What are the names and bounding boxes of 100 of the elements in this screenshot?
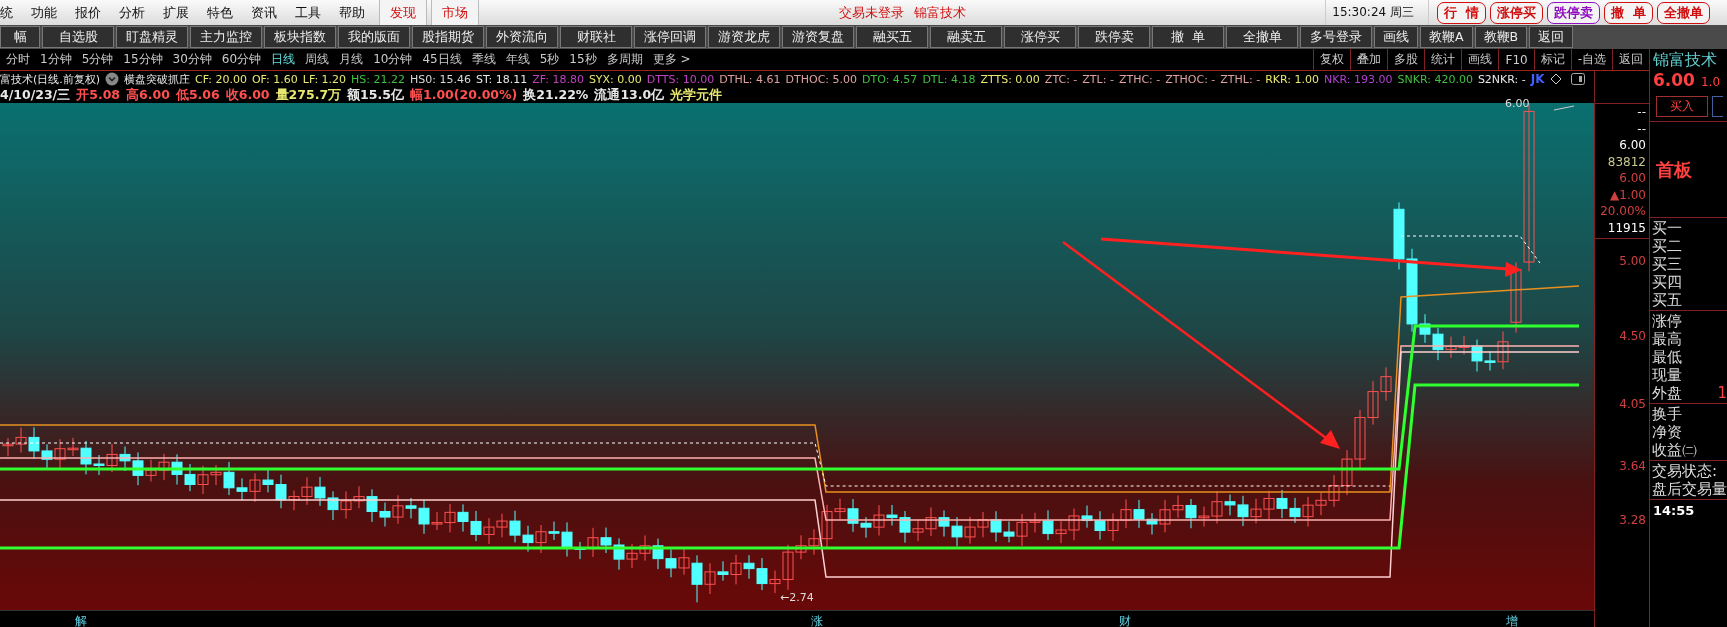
- period-tab[interactable]: 10分钟: [373, 51, 413, 68]
- panel-toggle-icon[interactable]: [1570, 73, 1585, 85]
- indicator-value: HS: 21.22: [351, 72, 406, 86]
- menu-tab[interactable]: 市场: [431, 0, 479, 25]
- toolbar-button[interactable]: 教鞭A: [1420, 26, 1473, 48]
- period-tab[interactable]: 年线: [505, 51, 530, 68]
- chart-tool-button[interactable]: 统计: [1424, 49, 1462, 70]
- toolbar-button[interactable]: 我的版面: [338, 26, 410, 48]
- indicator-value: RKR: 1.00: [1265, 72, 1319, 86]
- chart-tool-button[interactable]: 画线: [1461, 49, 1499, 70]
- leader-line: [1553, 105, 1575, 111]
- event-mark[interactable]: 涨: [811, 613, 823, 627]
- chart-annotation: 6.00: [1505, 97, 1530, 110]
- trade-button[interactable]: 撤 单: [1604, 1, 1654, 24]
- price-tick: 3.28: [1619, 513, 1646, 527]
- chart-tool-button[interactable]: 返回: [1612, 49, 1649, 70]
- period-tab[interactable]: 更多 >: [652, 51, 691, 68]
- toolbar-button[interactable]: 财联社: [560, 26, 632, 48]
- toolbar-button[interactable]: 游资龙虎: [708, 26, 780, 48]
- menu-item[interactable]: 统: [0, 3, 23, 22]
- toolbar-button[interactable]: 外资流向: [486, 26, 558, 48]
- toolbar-button[interactable]: 全撤单: [1226, 26, 1298, 48]
- toolbar-button[interactable]: 融卖五: [930, 26, 1002, 48]
- menu-item[interactable]: 扩展: [155, 3, 199, 22]
- menu-tab[interactable]: 发现: [379, 0, 427, 25]
- toolbar-button[interactable]: 跌停卖: [1078, 26, 1150, 48]
- toolbar-button[interactable]: 主力监控: [190, 26, 262, 48]
- toolbar-button[interactable]: 融买五: [856, 26, 928, 48]
- chart-tool-button[interactable]: 标记: [1533, 49, 1571, 70]
- quote-label: 外盘: [1652, 384, 1682, 402]
- chart-tool-button[interactable]: -自选: [1570, 49, 1612, 70]
- quote-value: 4/10/23/三: [0, 86, 71, 104]
- toolbar-button[interactable]: 撤 单: [1152, 26, 1224, 48]
- candle: [613, 537, 625, 571]
- indicator-value: HS0: 15.46: [410, 72, 471, 86]
- chart-tool-button[interactable]: 复权: [1313, 49, 1351, 70]
- event-mark[interactable]: 解: [75, 613, 87, 627]
- trade-button[interactable]: 涨停买: [1490, 1, 1544, 24]
- period-tab[interactable]: 分时: [6, 51, 30, 68]
- chart-tool-button[interactable]: 多股: [1387, 49, 1425, 70]
- period-tab[interactable]: 日线: [271, 51, 296, 68]
- button-edge[interactable]: [1712, 96, 1723, 117]
- period-tab[interactable]: 1分钟: [40, 51, 72, 68]
- stat-value: 11915: [1607, 219, 1646, 236]
- trade-button[interactable]: 行 情: [1437, 1, 1487, 24]
- indicator-value: ZTTS: 0.00: [980, 72, 1040, 86]
- period-tab[interactable]: 季线: [471, 51, 496, 68]
- dropdown-icon[interactable]: [105, 72, 120, 86]
- quote-label: 买一: [1652, 219, 1682, 237]
- period-tab[interactable]: 15秒: [569, 51, 597, 68]
- toolbar-button[interactable]: 游资复盘: [782, 26, 854, 48]
- quote-value: 量275.7万: [275, 86, 342, 104]
- toolbar-button[interactable]: 教鞭B: [1474, 26, 1528, 48]
- period-tab[interactable]: 5分钟: [81, 51, 114, 68]
- toolbar-button[interactable]: 返回: [1529, 26, 1574, 48]
- menu-item[interactable]: 资讯: [243, 3, 287, 22]
- period-tab[interactable]: 周线: [305, 51, 330, 68]
- chart-tool-button[interactable]: F10: [1498, 49, 1534, 70]
- period-tab[interactable]: 5秒: [539, 51, 560, 68]
- toolbar-button[interactable]: 多号登录: [1300, 26, 1372, 48]
- quote-value: 收6.00: [225, 86, 270, 104]
- last-price: 6.00: [1653, 70, 1695, 90]
- menu-item[interactable]: 报价: [67, 3, 111, 22]
- quote-label: 买四: [1652, 273, 1682, 291]
- stock-name: 锦富技术: [913, 3, 966, 22]
- candle: [314, 476, 326, 507]
- period-tab[interactable]: 月线: [339, 51, 364, 68]
- toolbar-button[interactable]: 涨停回调: [634, 26, 706, 48]
- candle: [1120, 498, 1132, 529]
- candle: [1081, 505, 1093, 529]
- candle: [1276, 489, 1288, 519]
- trade-button[interactable]: 全撤单: [1657, 1, 1711, 24]
- toolbar-button[interactable]: 自选股: [42, 26, 114, 48]
- menu-item[interactable]: 工具: [287, 3, 331, 22]
- candle: [327, 490, 339, 521]
- chart-tool-button[interactable]: 叠加: [1350, 49, 1388, 70]
- menu-item[interactable]: 特色: [199, 3, 243, 22]
- toolbar-button[interactable]: 股指期货: [412, 26, 484, 48]
- period-tab[interactable]: 60分钟: [221, 51, 262, 68]
- toolbar-button[interactable]: 画线: [1374, 26, 1418, 48]
- event-mark[interactable]: 财: [1119, 613, 1131, 627]
- menu-item[interactable]: 功能: [23, 3, 67, 22]
- period-tab[interactable]: 15分钟: [123, 51, 163, 68]
- menu-item[interactable]: 帮助: [331, 3, 375, 22]
- candle: [1263, 490, 1275, 520]
- candle: [1367, 380, 1379, 426]
- indicator-value: ZF: 18.80: [532, 72, 584, 86]
- candle: [184, 463, 196, 492]
- period-tab[interactable]: 30分钟: [172, 51, 212, 68]
- trade-button[interactable]: 跌停卖: [1547, 1, 1601, 24]
- quote-value: 低5.06: [175, 86, 220, 104]
- buy-button[interactable]: 买入: [1656, 96, 1708, 117]
- toolbar-button[interactable]: 盯盘精灵: [116, 26, 188, 48]
- period-tab[interactable]: 多周期: [606, 51, 643, 68]
- menu-item[interactable]: 分析: [111, 3, 155, 22]
- period-tab[interactable]: 45日线: [422, 51, 462, 68]
- event-mark[interactable]: 增: [1506, 613, 1518, 627]
- toolbar-button[interactable]: 幅: [0, 26, 40, 48]
- toolbar-button[interactable]: 涨停买: [1004, 26, 1076, 48]
- toolbar-button[interactable]: 板块指数: [264, 26, 336, 48]
